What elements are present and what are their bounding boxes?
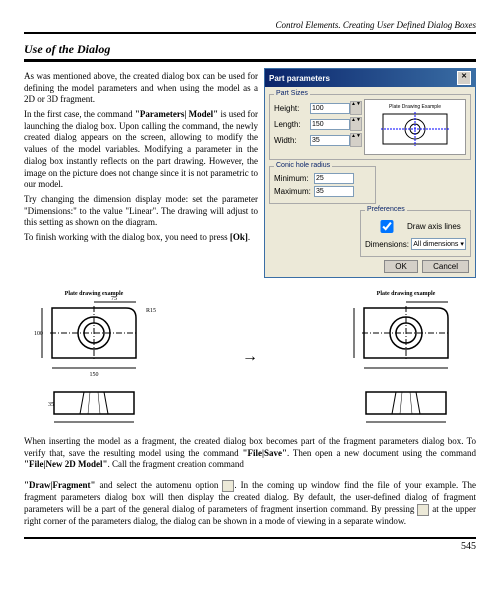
- drawing-bottom-left: 35: [34, 386, 154, 426]
- dim-label: Dimensions:: [365, 240, 409, 249]
- drawing-top-right: Plate drawing example: [336, 288, 476, 378]
- arrow-icon: →: [242, 348, 258, 366]
- dialog-titlebar: Part parameters ✕: [265, 69, 475, 87]
- spinner-icon[interactable]: ▲▼: [350, 117, 362, 131]
- para-2: In the first case, the command "Paramete…: [24, 109, 258, 191]
- dim-select[interactable]: All dimensions ▾: [411, 238, 466, 250]
- para-6: "Draw|Fragment" and select the automenu …: [24, 480, 476, 527]
- svg-text:150: 150: [90, 372, 99, 378]
- fieldset-sizes-legend: Part Sizes: [274, 90, 310, 97]
- cancel-button[interactable]: Cancel: [422, 260, 469, 273]
- fieldset-prefs-legend: Preferences: [365, 206, 407, 213]
- spinner-icon[interactable]: ▲▼: [350, 101, 362, 115]
- para-4: To finish working with the dialog box, y…: [24, 232, 258, 244]
- drawing-bottom-right: [346, 386, 466, 426]
- svg-text:35: 35: [48, 402, 54, 408]
- axis-checkbox[interactable]: [369, 220, 405, 233]
- spinner-icon[interactable]: ▲▼: [350, 133, 362, 147]
- automenu-icon: [222, 480, 234, 492]
- ok-button[interactable]: OK: [384, 260, 418, 273]
- length-input[interactable]: [310, 119, 350, 130]
- svg-text:100: 100: [34, 331, 43, 337]
- diagram-row: Plate drawing example 150 100 75 R15 35 …: [24, 288, 476, 426]
- min-input[interactable]: [314, 173, 354, 184]
- svg-text:R15: R15: [146, 308, 156, 314]
- para-1: As was mentioned above, the created dial…: [24, 71, 258, 106]
- min-label: Minimum:: [274, 174, 314, 183]
- para-3: Try changing the dimension display mode:…: [24, 194, 258, 229]
- length-label: Length:: [274, 120, 310, 129]
- para-5: When inserting the model as a fragment, …: [24, 436, 476, 471]
- section-title: Use of the Dialog: [24, 42, 476, 62]
- max-input[interactable]: [314, 186, 354, 197]
- preview-pane: Plate Drawing Example: [364, 99, 466, 155]
- width-input[interactable]: [310, 135, 350, 146]
- width-label: Width:: [274, 136, 310, 145]
- close-icon[interactable]: ✕: [457, 71, 471, 85]
- fieldset-conic-legend: Conic hole radius: [274, 162, 332, 169]
- max-label: Maximum:: [274, 187, 314, 196]
- svg-text:Plate Drawing Example: Plate Drawing Example: [389, 104, 441, 110]
- expand-icon: [417, 504, 429, 516]
- part-parameters-dialog: Part parameters ✕ Part Sizes Height: ▲▼ L…: [264, 68, 476, 278]
- height-label: Height:: [274, 104, 310, 113]
- svg-text:75: 75: [111, 296, 117, 302]
- dialog-title: Part parameters: [269, 74, 330, 83]
- axis-label: Draw axis lines: [407, 222, 461, 231]
- page-header: Control Elements. Creating User Defined …: [24, 20, 476, 34]
- page-number: 545: [24, 537, 476, 552]
- height-input[interactable]: [310, 103, 350, 114]
- svg-text:Plate drawing example: Plate drawing example: [377, 291, 436, 297]
- drawing-top-left: Plate drawing example 150 100 75 R15: [24, 288, 164, 378]
